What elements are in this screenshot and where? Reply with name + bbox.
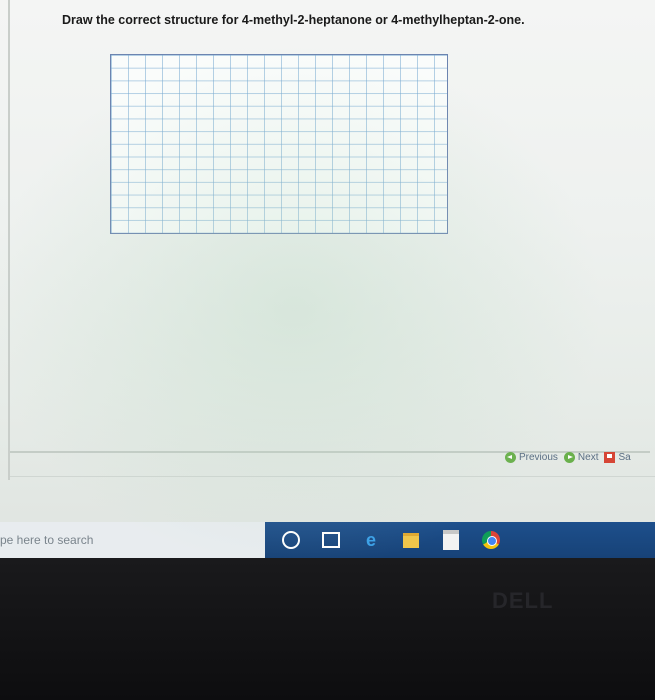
next-arrow-icon bbox=[563, 452, 575, 463]
laptop-bezel: DELL bbox=[0, 558, 655, 700]
taskbar-search-box[interactable]: pe here to search bbox=[0, 522, 265, 558]
divider-lower bbox=[10, 476, 655, 477]
previous-button[interactable]: Previous bbox=[505, 452, 558, 463]
browser-window: Draw the correct structure for 4-methyl-… bbox=[0, 0, 655, 560]
save-icon bbox=[604, 452, 616, 463]
question-text: Draw the correct structure for 4-methyl-… bbox=[62, 13, 525, 27]
edge-icon: e bbox=[365, 529, 376, 550]
question-navigation: Previous Next Sa bbox=[505, 452, 631, 463]
save-label: Sa bbox=[618, 452, 631, 463]
edge-button[interactable]: e bbox=[360, 530, 382, 550]
next-button[interactable]: Next bbox=[563, 452, 599, 463]
drawing-canvas[interactable] bbox=[110, 54, 448, 234]
task-view-icon bbox=[322, 532, 340, 548]
store-icon bbox=[443, 530, 459, 550]
previous-arrow-icon bbox=[505, 452, 516, 463]
dell-logo: DELL bbox=[492, 588, 554, 613]
cortana-button[interactable] bbox=[280, 530, 302, 550]
search-placeholder: pe here to search bbox=[0, 533, 94, 547]
windows-taskbar: pe here to search e bbox=[0, 522, 655, 558]
save-button[interactable]: Sa bbox=[604, 452, 631, 463]
next-label: Next bbox=[577, 452, 599, 463]
left-border bbox=[8, 0, 10, 480]
folder-icon bbox=[403, 532, 419, 548]
task-view-button[interactable] bbox=[320, 530, 342, 550]
file-explorer-button[interactable] bbox=[400, 530, 422, 550]
cortana-icon bbox=[282, 531, 300, 549]
store-button[interactable] bbox=[440, 530, 462, 550]
chrome-button[interactable] bbox=[480, 530, 502, 550]
previous-label: Previous bbox=[519, 452, 558, 463]
taskbar-icons: e bbox=[280, 530, 502, 550]
chrome-icon bbox=[482, 531, 500, 549]
